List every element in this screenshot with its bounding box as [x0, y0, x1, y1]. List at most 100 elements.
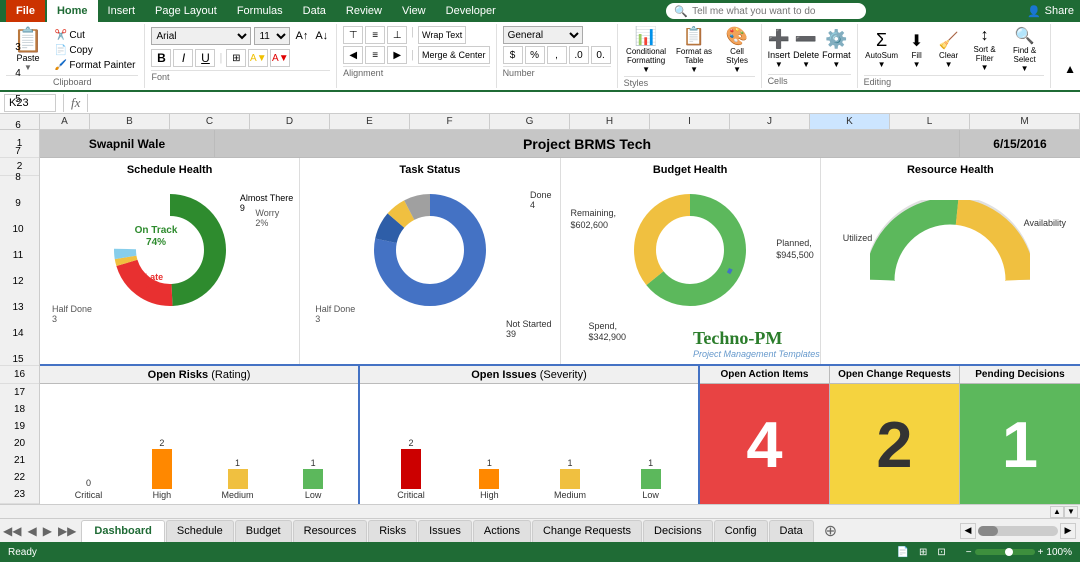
- data-tab[interactable]: Data: [293, 0, 336, 22]
- align-top-button[interactable]: ⊤: [343, 26, 363, 44]
- scroll-sheets-next-button[interactable]: ▶: [40, 524, 55, 538]
- bold-button[interactable]: B: [151, 49, 171, 67]
- align-bottom-button[interactable]: ⊥: [387, 26, 407, 44]
- formula-input[interactable]: [95, 97, 1076, 109]
- horizontal-scrollbar[interactable]: ◀ ▶: [960, 523, 1076, 539]
- col-L-header[interactable]: L: [890, 114, 970, 129]
- sheet-tab-resources[interactable]: Resources: [293, 520, 368, 542]
- sheet-tab-dashboard[interactable]: Dashboard: [81, 520, 164, 542]
- developer-tab[interactable]: Developer: [436, 0, 506, 22]
- clear-button[interactable]: 🧹 Clear ▼: [934, 31, 964, 69]
- scroll-left-button[interactable]: ◀: [960, 523, 976, 539]
- col-F-header[interactable]: F: [410, 114, 490, 129]
- sheet-tab-issues[interactable]: Issues: [418, 520, 472, 542]
- scroll-right-button[interactable]: ▶: [1060, 523, 1076, 539]
- name-box[interactable]: K23: [4, 94, 56, 112]
- autosum-button[interactable]: Σ AutoSum ▼: [864, 30, 900, 69]
- scroll-sheets-left-button[interactable]: ◀◀: [0, 524, 24, 538]
- risks-medium-label: Medium: [222, 490, 254, 500]
- new-sheet-button[interactable]: ⊕: [818, 521, 843, 541]
- col-D-header[interactable]: D: [250, 114, 330, 129]
- delete-cells-button[interactable]: ➖ Delete ▼: [793, 29, 819, 69]
- sheet-tab-decisions[interactable]: Decisions: [643, 520, 713, 542]
- col-K-header[interactable]: K: [810, 114, 890, 129]
- scroll-up-button[interactable]: ▲: [1050, 506, 1064, 518]
- font-size-select[interactable]: 11: [254, 27, 290, 45]
- col-H-header[interactable]: H: [570, 114, 650, 129]
- format-cells-button[interactable]: ⚙️ Format ▼: [822, 29, 851, 69]
- view-tab[interactable]: View: [392, 0, 436, 22]
- number-label: Number: [503, 66, 611, 78]
- zoom-in-button[interactable]: +: [1038, 547, 1044, 558]
- sort-filter-button[interactable]: ↕ Sort & Filter ▼: [966, 27, 1004, 72]
- percent-button[interactable]: %: [525, 46, 545, 64]
- col-A-header[interactable]: A: [40, 114, 90, 129]
- zoom-out-button[interactable]: −: [966, 547, 972, 558]
- wrap-text-button[interactable]: Wrap Text: [418, 26, 466, 44]
- insert-tab[interactable]: Insert: [98, 0, 146, 22]
- font-decrease-button[interactable]: A↓: [313, 29, 330, 43]
- find-select-button[interactable]: 🔍 Find & Select ▼: [1006, 26, 1044, 73]
- fill-button[interactable]: ⬇ Fill ▼: [902, 31, 932, 69]
- currency-button[interactable]: $: [503, 46, 523, 64]
- borders-button[interactable]: ⊞: [226, 49, 246, 67]
- col-C-header[interactable]: C: [170, 114, 250, 129]
- layout-view-button[interactable]: ⊞: [919, 547, 927, 558]
- issues-medium-label: Medium: [554, 490, 586, 500]
- review-tab[interactable]: Review: [336, 0, 392, 22]
- font-color-button[interactable]: A▼: [270, 49, 290, 67]
- cell-styles-button[interactable]: 🎨 Cell Styles ▼: [720, 26, 755, 74]
- col-M-header[interactable]: M: [970, 114, 1080, 129]
- merge-center-button[interactable]: Merge & Center: [418, 46, 490, 64]
- scroll-sheets-right-button[interactable]: ▶▶: [55, 524, 79, 538]
- page-layout-tab[interactable]: Page Layout: [145, 0, 227, 22]
- decimal-increase-button[interactable]: .0: [569, 46, 589, 64]
- paste-button[interactable]: 📋 Paste ▼: [6, 26, 50, 75]
- italic-button[interactable]: I: [173, 49, 193, 67]
- decimal-decrease-button[interactable]: 0.: [591, 46, 611, 64]
- fill-color-button[interactable]: A▼: [248, 49, 268, 67]
- schedule-health-chart: Schedule Health On Track74% Late: [40, 158, 300, 364]
- issues-low-label: Low: [642, 490, 659, 500]
- comma-button[interactable]: ,: [547, 46, 567, 64]
- font-increase-button[interactable]: A↑: [293, 29, 310, 43]
- font-family-select[interactable]: Arial: [151, 27, 251, 45]
- sheet-tab-risks[interactable]: Risks: [368, 520, 417, 542]
- copy-button[interactable]: 📄 Copy: [52, 44, 139, 57]
- sheet-tab-data[interactable]: Data: [769, 520, 814, 542]
- search-input[interactable]: [692, 6, 852, 17]
- sheet-tab-actions[interactable]: Actions: [473, 520, 531, 542]
- format-painter-button[interactable]: 🖌️ Format Painter: [52, 59, 139, 72]
- col-I-header[interactable]: I: [650, 114, 730, 129]
- conditional-formatting-button[interactable]: 📊 Conditional Formatting ▼: [624, 26, 669, 74]
- align-left-button[interactable]: ◀: [343, 46, 363, 64]
- page-break-button[interactable]: ⊡: [937, 547, 945, 558]
- page-view-button[interactable]: 📄: [897, 547, 909, 558]
- align-center-button[interactable]: ≡: [365, 46, 385, 64]
- formulas-tab[interactable]: Formulas: [227, 0, 293, 22]
- share-button[interactable]: 👤 Share: [1027, 5, 1074, 18]
- format-as-table-button[interactable]: 📋 Format as Table ▼: [672, 26, 717, 74]
- file-tab[interactable]: File: [6, 0, 45, 22]
- scroll-sheets-prev-button[interactable]: ◀: [24, 524, 39, 538]
- sheet-tab-change-requests[interactable]: Change Requests: [532, 520, 642, 542]
- zoom-slider[interactable]: [975, 549, 1035, 555]
- underline-button[interactable]: U: [195, 49, 215, 67]
- insert-cells-button[interactable]: ➕ Insert ▼: [768, 29, 791, 69]
- align-middle-button[interactable]: ≡: [365, 26, 385, 44]
- col-E-header[interactable]: E: [330, 114, 410, 129]
- sheet-tab-config[interactable]: Config: [714, 520, 768, 542]
- sheet-tab-schedule[interactable]: Schedule: [166, 520, 234, 542]
- number-format-select[interactable]: General: [503, 26, 583, 44]
- col-J-header[interactable]: J: [730, 114, 810, 129]
- ribbon-collapse-button[interactable]: ▲: [1060, 58, 1080, 80]
- home-tab[interactable]: Home: [47, 0, 98, 22]
- align-right-button[interactable]: ▶: [387, 46, 407, 64]
- col-B-header[interactable]: B: [90, 114, 170, 129]
- cut-button[interactable]: ✂️ Cut: [52, 29, 139, 42]
- risks-low-label: Low: [305, 490, 322, 500]
- scroll-down-button[interactable]: ▼: [1064, 506, 1078, 518]
- sheet-tab-budget[interactable]: Budget: [235, 520, 292, 542]
- row-16[interactable]: 16: [0, 366, 39, 384]
- col-G-header[interactable]: G: [490, 114, 570, 129]
